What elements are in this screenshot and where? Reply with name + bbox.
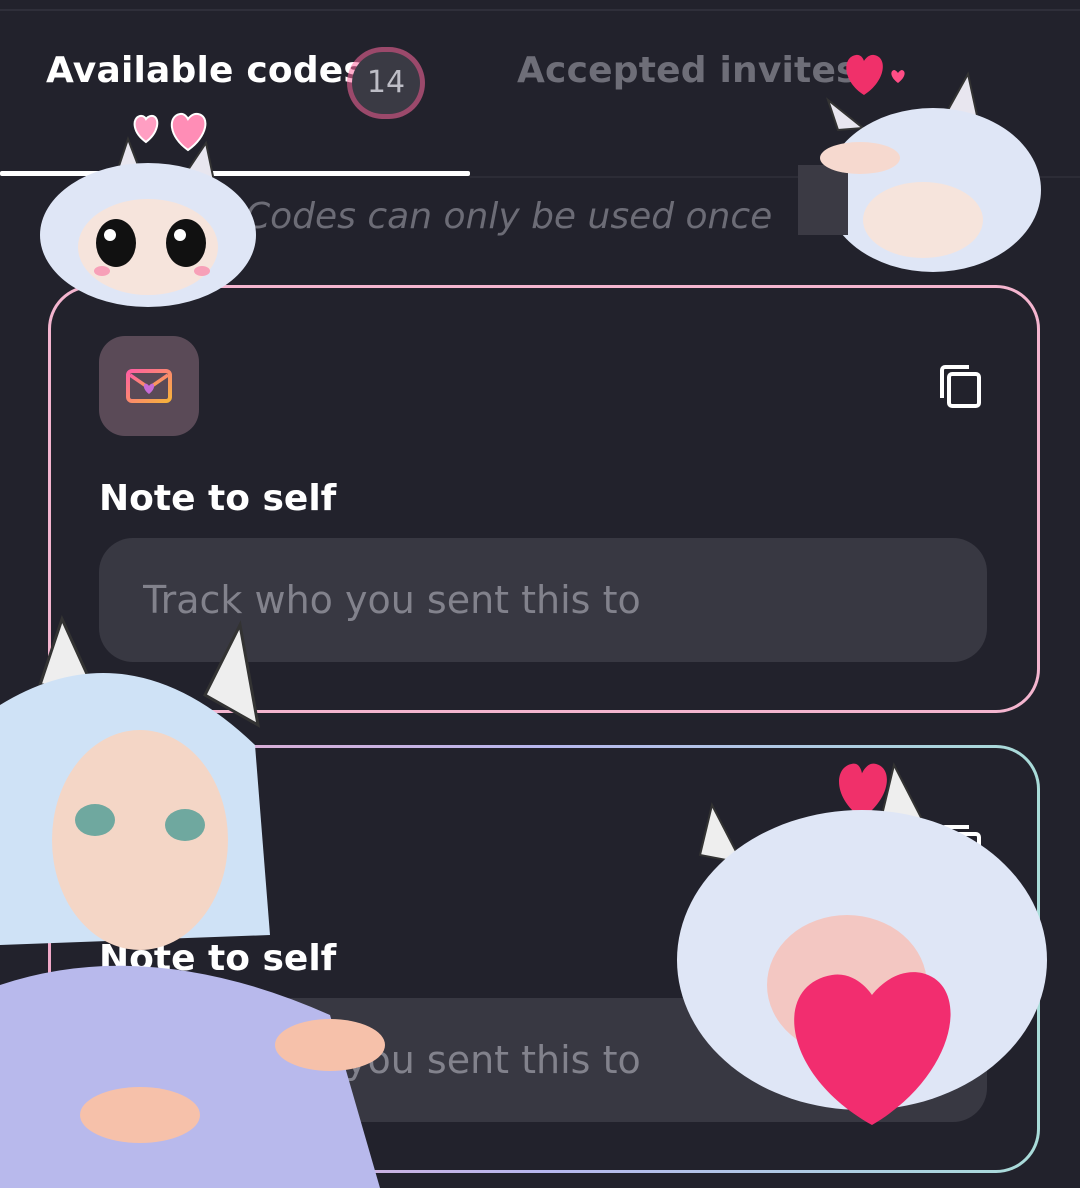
top-divider [0,9,1080,11]
copy-icon[interactable] [937,362,985,410]
tab-available-codes[interactable]: Available codes [46,50,365,91]
envelope-tile [99,336,199,436]
character-sticker-bottom-left [0,615,385,1188]
chibi-sticker-right [798,71,1041,272]
envelope-heart-icon [126,369,172,403]
tab-available-codes-label: Available codes [46,50,366,91]
note-label: Note to self [99,478,337,519]
chibi-heart-sticker-bottom-right [677,762,1047,1125]
available-count-badge: 14 [352,52,420,114]
chibi-sticker-left [40,136,256,307]
usage-notice: Codes can only be used once [245,196,773,237]
